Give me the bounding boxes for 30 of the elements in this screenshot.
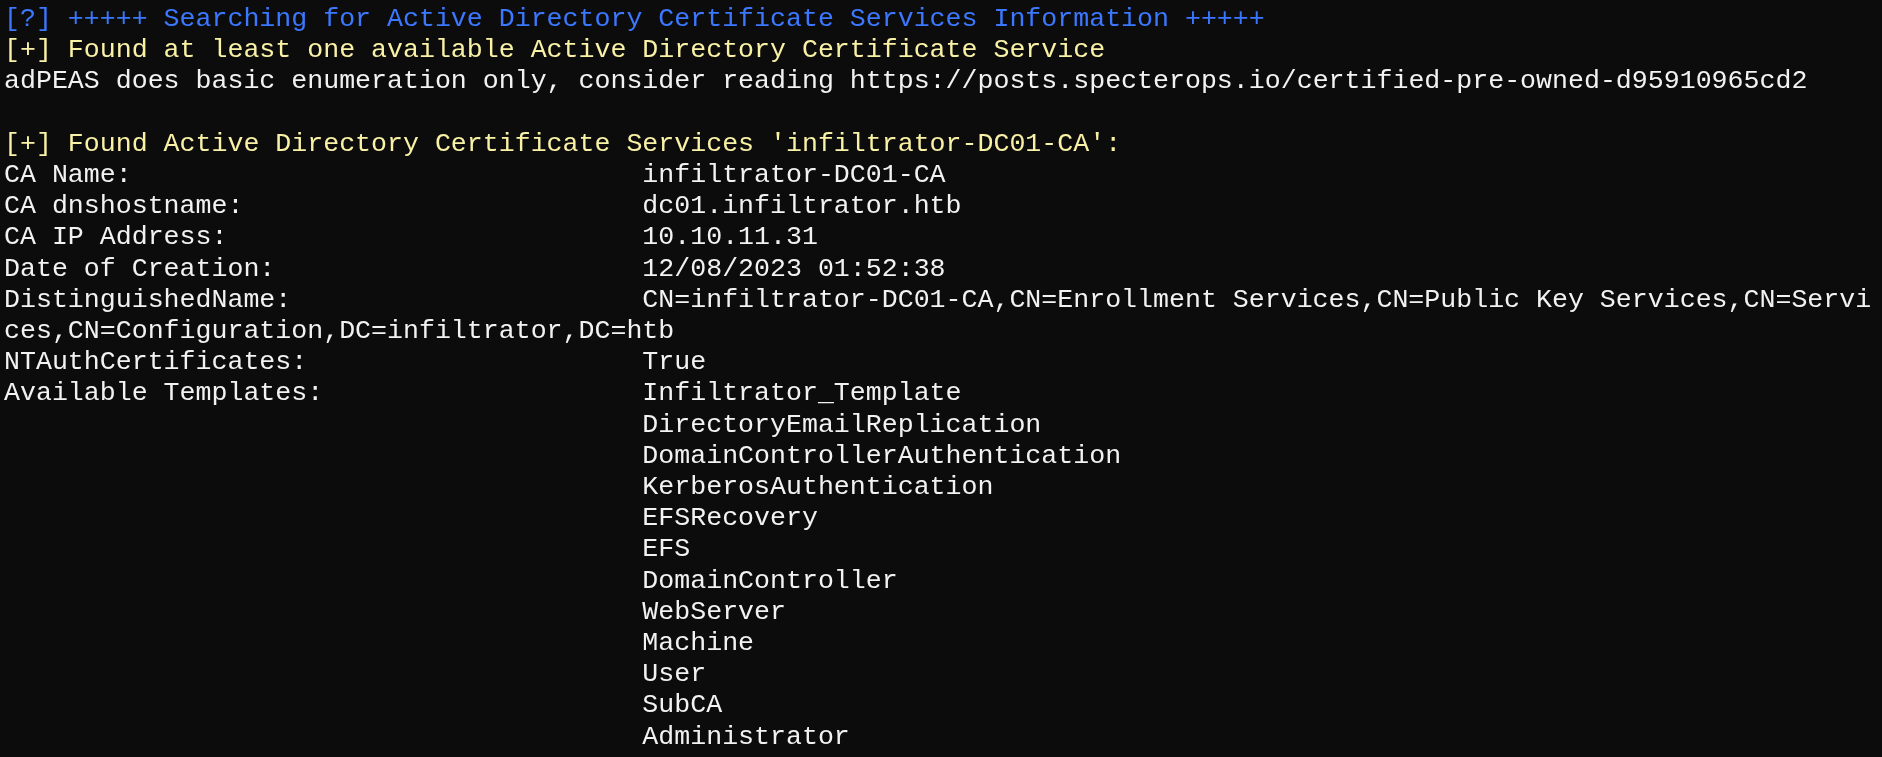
field-value: DomainController — [642, 565, 898, 596]
field-value: dc01.infiltrator.htb — [642, 191, 962, 222]
field-value: WebServer — [642, 596, 786, 627]
field-value: EFSRecovery — [642, 503, 818, 534]
field-value: EFS — [642, 534, 691, 565]
field-label: CA Name: — [4, 160, 132, 190]
found-line: [+] Found at least one available Active Directory Certificate Service — [4, 35, 1106, 66]
field-value: infiltrator-DC01-CA — [642, 160, 946, 190]
field-label: Available Templates: — [4, 378, 324, 409]
field-value: SubCA — [642, 690, 723, 721]
field-value: Administrator — [642, 721, 850, 752]
output-line: ces,CN=Configuration,DC=infiltrator,DC=htb — [4, 316, 675, 346]
field-label: Date of Creation: — [4, 253, 276, 284]
field-value: KerberosAuthentication — [642, 472, 994, 503]
field-label: NTAuthCertificates: — [4, 347, 308, 378]
field-value: Machine — [642, 628, 755, 659]
field-value: True — [642, 347, 707, 378]
output-line: adPEAS does basic enumeration only, consider reading https://posts.specterops.io/certified-pre-owned-d95910965cd2 — [4, 66, 1808, 97]
field-value: DirectoryEmailReplication — [642, 409, 1042, 440]
field-label: CA IP Address: — [4, 222, 228, 253]
field-value: Infiltrator_Template — [642, 378, 962, 409]
field-label: CA dnshostname: — [4, 191, 244, 222]
info-line: [?] +++++ Searching for Active Directory Certificate Services Information +++++ — [4, 4, 1265, 34]
field-value: DomainControllerAuthentication — [642, 440, 1122, 471]
field-value: 10.10.11.31 — [642, 222, 818, 253]
field-value: 12/08/2023 01:52:38 — [642, 253, 946, 284]
field-value: CN=infiltrator-DC01-CA,CN=Enrollment Services,CN=Public Key Services,CN=Servi — [642, 284, 1872, 315]
field-label: DistinguishedName: — [4, 284, 292, 315]
found-line: [+] Found Active Directory Certificate Services 'infiltrator-DC01-CA': — [4, 128, 1122, 159]
field-value: User — [642, 659, 707, 690]
